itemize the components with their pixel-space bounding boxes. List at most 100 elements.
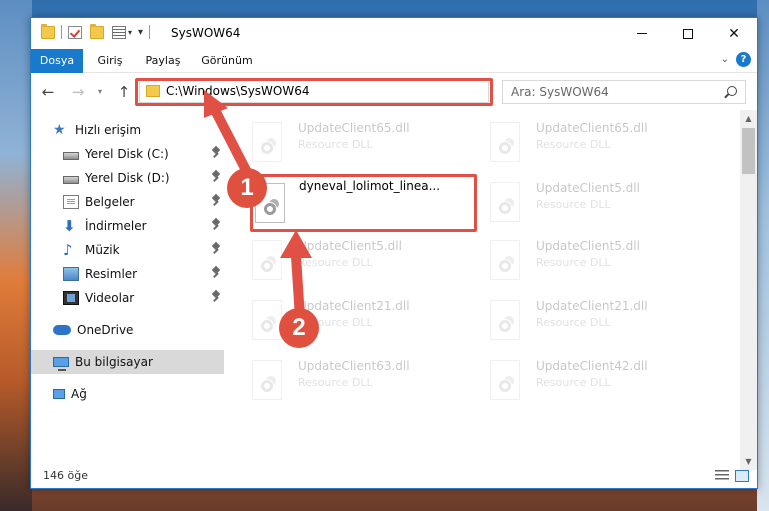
chevron-down-icon[interactable]: ▾ xyxy=(128,28,132,37)
sidebar-item-music[interactable]: ♪ Müzik xyxy=(31,238,224,262)
search-icon[interactable] xyxy=(727,86,737,96)
dll-file-icon xyxy=(490,122,520,162)
recent-locations-chevron-icon[interactable]: ▾ xyxy=(91,83,109,101)
sidebar-item-label: Yerel Disk (C:) xyxy=(85,147,169,161)
sidebar-item-label: Hızlı erişim xyxy=(75,123,142,137)
disk-icon xyxy=(63,176,79,184)
star-icon: ★ xyxy=(53,122,66,138)
computer-icon xyxy=(53,357,69,371)
file-name: UpdateClient42.dll xyxy=(536,359,648,373)
minimize-button[interactable] xyxy=(619,18,665,49)
help-icon[interactable]: ? xyxy=(736,52,751,67)
sidebar-item-pictures[interactable]: Resimler xyxy=(31,262,224,286)
title-bar: ▾ ▾ SysWOW64 ✕ xyxy=(31,18,757,49)
sidebar-item-label: Videolar xyxy=(85,291,135,305)
pin-icon xyxy=(212,219,220,231)
properties-check-icon[interactable] xyxy=(68,25,82,39)
details-view-icon[interactable] xyxy=(715,470,729,482)
dll-file-icon xyxy=(252,360,282,400)
navigation-bar: ← → ▾ ↑ C:\Windows\SysWOW64 ⌄ ↻ Ara: Sys… xyxy=(31,75,757,109)
close-button[interactable]: ✕ xyxy=(711,18,757,49)
sidebar-item-local-disk-c[interactable]: Yerel Disk (C:) xyxy=(31,142,224,166)
scrollbar-thumb[interactable] xyxy=(742,128,755,174)
quick-access-toolbar: ▾ ▾ xyxy=(41,23,156,39)
download-icon: ⬇ xyxy=(63,217,76,235)
pin-icon xyxy=(212,171,220,183)
dll-file-icon xyxy=(252,122,282,162)
forward-arrow-icon[interactable]: → xyxy=(69,83,87,101)
file-name: UpdateClient5.dll xyxy=(536,181,640,195)
file-name: dyneval_lolimot_linea... xyxy=(299,179,441,193)
maximize-button[interactable] xyxy=(665,18,711,49)
sidebar-item-local-disk-d[interactable]: Yerel Disk (D:) xyxy=(31,166,224,190)
file-item[interactable]: UpdateClient65.dll Resource DLL xyxy=(472,116,697,168)
search-input[interactable]: Ara: SysWOW64 xyxy=(502,80,746,104)
pin-icon xyxy=(212,243,220,255)
sidebar-item-label: Belgeler xyxy=(85,195,135,209)
file-item[interactable]: UpdateClient65.dll Resource DLL xyxy=(234,116,459,168)
search-placeholder: Ara: SysWOW64 xyxy=(511,85,609,99)
file-type: Resource DLL xyxy=(298,256,373,269)
vertical-scrollbar[interactable]: ▲ ▼ xyxy=(740,110,757,470)
file-item[interactable]: UpdateClient21.dll Resource DLL xyxy=(472,294,697,346)
tab-dosya[interactable]: Dosya xyxy=(31,49,83,73)
file-item[interactable]: UpdateClient5.dll Resource DLL xyxy=(472,234,697,286)
sidebar-item-label: Müzik xyxy=(85,243,120,257)
file-explorer-window: ▾ ▾ SysWOW64 ✕ Dosya Giriş Paylaş Görünü… xyxy=(30,17,758,489)
customize-toolbar-icon[interactable]: ▾ xyxy=(138,27,143,38)
file-item[interactable]: UpdateClient5.dll Resource DLL xyxy=(472,176,697,228)
file-item[interactable]: UpdateClient63.dll Resource DLL xyxy=(234,354,459,406)
dll-file-icon xyxy=(490,360,520,400)
scroll-up-icon[interactable]: ▲ xyxy=(740,110,757,127)
status-bar: 146 öğe xyxy=(31,466,757,488)
cloud-icon xyxy=(53,325,71,335)
up-arrow-icon[interactable]: ↑ xyxy=(115,83,133,101)
step-badge-2: 2 xyxy=(279,308,319,348)
sidebar-item-videos[interactable]: Videolar xyxy=(31,286,224,310)
file-item[interactable]: UpdateClient5.dll Resource DLL xyxy=(234,234,459,286)
sidebar-item-quick-access[interactable]: ★ Hızlı erişim xyxy=(31,118,224,142)
maximize-icon xyxy=(683,28,693,39)
tab-paylas[interactable]: Paylaş xyxy=(139,49,187,73)
tab-giris[interactable]: Giriş xyxy=(91,49,129,73)
ribbon-tabs: Dosya Giriş Paylaş Görünüm ⌄ ? xyxy=(31,49,757,73)
file-name: UpdateClient5.dll xyxy=(298,239,402,253)
file-item-highlighted[interactable]: dyneval_lolimot_linea... xyxy=(250,174,477,232)
desktop-wallpaper-left xyxy=(0,0,32,511)
sidebar-item-label: Yerel Disk (D:) xyxy=(85,171,170,185)
expand-ribbon-icon[interactable]: ⌄ xyxy=(721,54,729,65)
sidebar-item-network[interactable]: Ağ xyxy=(31,382,224,406)
dll-file-icon xyxy=(490,182,520,222)
sidebar-item-onedrive[interactable]: OneDrive xyxy=(31,318,224,342)
file-type: Resource DLL xyxy=(298,376,373,389)
network-icon xyxy=(53,389,65,399)
toolbar-divider xyxy=(61,25,62,39)
sidebar-item-documents[interactable]: Belgeler xyxy=(31,190,224,214)
file-type: Resource DLL xyxy=(536,256,611,269)
video-icon xyxy=(63,291,79,305)
properties-icon[interactable] xyxy=(112,25,126,39)
dll-file-icon xyxy=(490,240,520,280)
back-arrow-icon[interactable]: ← xyxy=(39,83,57,101)
step-badge-1: 1 xyxy=(227,168,267,208)
new-folder-icon[interactable] xyxy=(90,23,104,39)
tab-gorunum[interactable]: Görünüm xyxy=(197,49,257,73)
large-icons-view-icon[interactable] xyxy=(735,470,749,482)
sidebar-item-label: İndirmeler xyxy=(85,219,147,233)
file-type: Resource DLL xyxy=(536,198,611,211)
file-type: Resource DLL xyxy=(298,138,373,151)
file-item[interactable]: UpdateClient42.dll Resource DLL xyxy=(472,354,697,406)
pin-icon xyxy=(212,195,220,207)
file-name: UpdateClient63.dll xyxy=(298,359,410,373)
file-name: UpdateClient21.dll xyxy=(298,299,410,313)
file-item[interactable]: UpdateClient21.dll Resource DLL xyxy=(234,294,459,346)
folder-icon xyxy=(41,23,55,39)
toolbar-divider xyxy=(149,25,151,39)
file-name: UpdateClient65.dll xyxy=(536,121,648,135)
window-title: SysWOW64 xyxy=(171,26,241,40)
sidebar-item-downloads[interactable]: ⬇ İndirmeler xyxy=(31,214,224,238)
pin-icon xyxy=(212,291,220,303)
sidebar-item-label: Bu bilgisayar xyxy=(75,355,153,369)
sidebar-item-this-pc[interactable]: Bu bilgisayar xyxy=(31,350,224,374)
disk-icon xyxy=(63,152,79,160)
